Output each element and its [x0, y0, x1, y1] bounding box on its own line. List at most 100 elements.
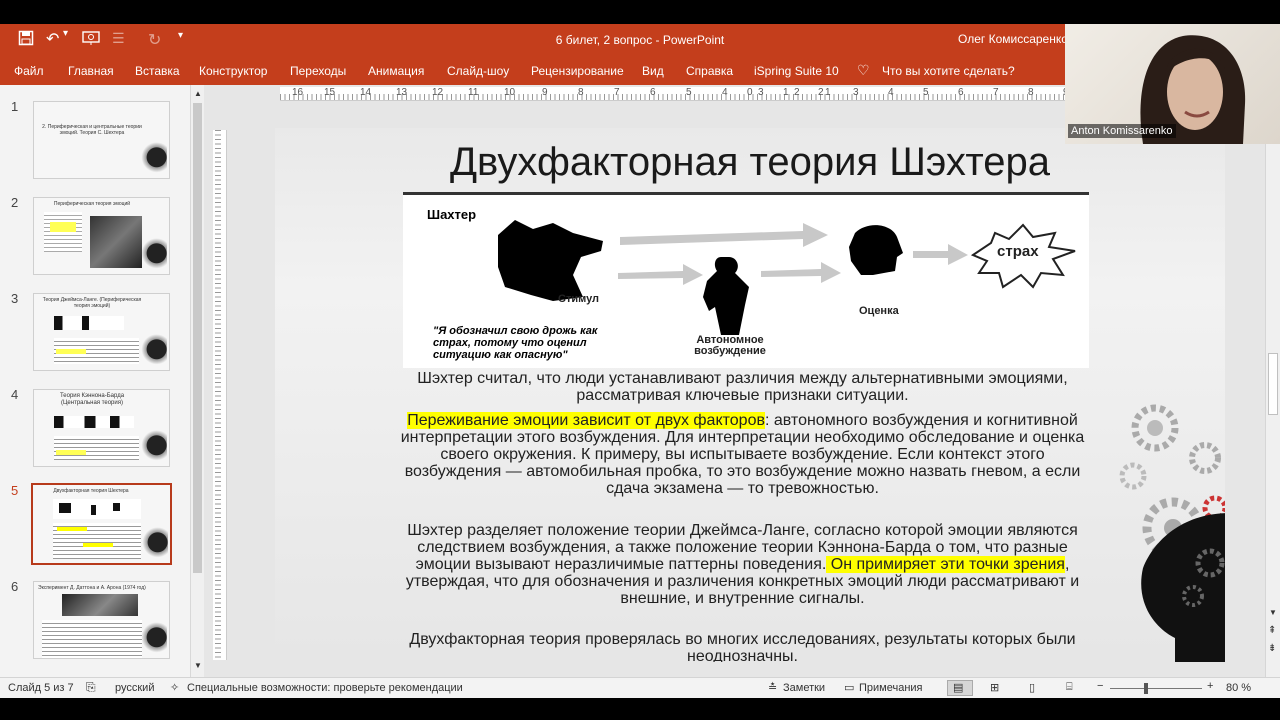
label-arousal: Автономное возбуждение — [694, 334, 766, 357]
brain-image — [141, 238, 167, 272]
accessibility-status[interactable]: Специальные возможности: проверьте реком… — [187, 682, 463, 694]
thumb-highlight — [56, 450, 86, 455]
zoom-out-button[interactable]: − — [1097, 680, 1103, 692]
slide-sorter-icon[interactable]: ⊞ — [990, 681, 999, 694]
brain-image — [141, 430, 167, 464]
schachter-diagram[interactable]: Шахтер Стимул Автономное возбуждение Оце… — [403, 192, 1089, 368]
ruler-label: 10 — [504, 87, 516, 98]
brain-image — [142, 527, 168, 561]
editor-scrollbar[interactable]: ▲ ▼ ⇞ ⇟ — [1265, 85, 1280, 677]
scroll-down-icon[interactable]: ▼ — [194, 661, 202, 670]
thumb-figure-mark — [59, 503, 71, 513]
screen: ↶ ▾ ☰ ↻ ▾ 6 билет, 2 вопрос - PowerPoint… — [0, 0, 1280, 720]
next-slide-icon[interactable]: ⇟ — [1268, 643, 1276, 654]
paragraph-1[interactable]: Шэхтер считал, что люди устанавливают ра… — [400, 370, 1085, 404]
thumb-figure — [54, 316, 124, 330]
slide-thumbnail-4[interactable]: Теория Кэннона-Барда (Центральная теория… — [33, 389, 170, 467]
tab-insert[interactable]: Вставка — [135, 64, 180, 78]
paragraph-2[interactable]: Переживание эмоции зависит от двух факто… — [400, 412, 1085, 497]
tab-view[interactable]: Вид — [642, 64, 664, 78]
tell-me-search[interactable]: Что вы хотите сделать? — [882, 64, 1015, 78]
scroll-thumb[interactable] — [193, 103, 202, 573]
slide-thumbnail-2[interactable]: Периферическая теория эмоций — [33, 197, 170, 275]
tab-review[interactable]: Рецензирование — [531, 64, 624, 78]
slide-canvas[interactable]: Двухфакторная теория Шэхтера Шахтер Стим… — [275, 128, 1225, 662]
prev-slide-icon[interactable]: ⇞ — [1268, 625, 1276, 636]
tab-help[interactable]: Справка — [686, 64, 733, 78]
label-stimulus: Стимул — [558, 293, 600, 305]
thumb-figure-mark — [91, 505, 96, 515]
gears-brain-image — [1119, 404, 1225, 662]
ruler-label: 6 — [650, 87, 656, 98]
diagram-quote: "Я обозначил свою дрожь как страх, потом… — [433, 325, 598, 361]
zoom-slider-track[interactable] — [1110, 688, 1202, 689]
ruler-ticks — [215, 130, 221, 660]
ruler-label: 15 — [324, 87, 336, 98]
zoom-level[interactable]: 80 % — [1226, 682, 1251, 694]
tab-ispring[interactable]: iSpring Suite 10 — [754, 64, 839, 78]
slide-thumbnail-6[interactable]: Эксперимент Д. Даттона и А. Арона (1974 … — [33, 581, 170, 659]
ruler-label: 13 — [396, 87, 408, 98]
thumb-figure — [54, 416, 134, 428]
normal-view-icon: ▤ — [953, 682, 964, 694]
brain-image — [141, 622, 167, 656]
slide-thumbnails-pane: 1 2. Периферическая и центральные теории… — [0, 85, 190, 677]
user-name[interactable]: Олег Комиссаренко — [958, 32, 1068, 46]
status-bar: Слайд 5 из 7 ⎘ русский ✧ Специальные воз… — [0, 677, 1280, 698]
gear-icon — [1189, 442, 1221, 474]
ruler-label: 3 — [853, 87, 859, 98]
thumbnail-scrollbar[interactable]: ▲ ▼ — [190, 85, 204, 677]
tab-design[interactable]: Конструктор — [199, 64, 267, 78]
thumb-number: 3 — [11, 291, 19, 306]
slide-thumbnail-5-selected[interactable]: Двухфакторная теория Шехтера — [31, 483, 172, 565]
language-indicator[interactable]: русский — [115, 682, 154, 694]
spellcheck-icon[interactable]: ⎘ — [86, 680, 96, 695]
vertical-ruler[interactable] — [213, 130, 227, 660]
arrow-icon — [620, 223, 828, 247]
ruler-label: 5 — [686, 87, 692, 98]
tab-transitions[interactable]: Переходы — [290, 64, 346, 78]
brain-image — [141, 334, 167, 368]
notes-icon[interactable]: ≛ — [768, 681, 777, 694]
highlight-reconciles: Он примиряет эти точки зрения — [826, 556, 1065, 573]
ruler-label: 1 — [825, 87, 831, 98]
ruler-label: 4 — [888, 87, 894, 98]
slideshow-view-icon[interactable]: ⌸ — [1066, 681, 1073, 694]
ruler-label: 7 — [614, 87, 620, 98]
slide-thumbnail-3[interactable]: Теория Джеймса-Ланге. (Периферическая те… — [33, 293, 170, 371]
letterbox-bottom — [0, 698, 1280, 720]
zoom-slider-thumb[interactable] — [1143, 683, 1148, 694]
notes-button[interactable]: Заметки — [783, 682, 825, 694]
paragraph-4[interactable]: Двухфакторная теория проверялась во мног… — [400, 631, 1085, 662]
ruler-label: 3 — [758, 87, 764, 98]
highlight-two-factors: Переживание эмоции зависит от двух факто… — [407, 412, 765, 429]
paragraph-3[interactable]: Шэхтер разделяет положение теории Джеймс… — [400, 522, 1085, 607]
lightbulb-icon: ♡ — [857, 62, 870, 78]
slide-title[interactable]: Двухфакторная теория Шэхтера — [275, 140, 1225, 185]
scroll-down-icon[interactable]: ▼ — [1269, 608, 1277, 617]
label-appraisal: Оценка — [859, 305, 899, 317]
tab-animations[interactable]: Анимация — [368, 64, 424, 78]
scroll-thumb[interactable] — [1268, 353, 1278, 415]
thumb-text: Периферическая теория эмоций — [53, 201, 131, 207]
ruler-label: 5 — [923, 87, 929, 98]
brain-image — [141, 142, 167, 176]
tab-file[interactable]: Файл — [14, 64, 44, 78]
arrow-icon — [761, 262, 841, 283]
slide-counter[interactable]: Слайд 5 из 7 — [8, 682, 74, 694]
thumb-text: Теория Джеймса-Ланге. (Периферическая те… — [42, 297, 142, 309]
scroll-up-icon[interactable]: ▲ — [194, 89, 202, 98]
tab-slideshow[interactable]: Слайд-шоу — [447, 64, 509, 78]
tab-home[interactable]: Главная — [68, 64, 114, 78]
comments-icon[interactable]: ▭ — [844, 681, 854, 694]
comments-button[interactable]: Примечания — [859, 682, 923, 694]
zoom-in-button[interactable]: + — [1207, 680, 1213, 692]
accessibility-icon[interactable]: ✧ — [170, 681, 179, 694]
thumb-text: Теория Кэннона-Барда (Центральная теория… — [59, 393, 125, 406]
thumb-number: 4 — [11, 387, 19, 402]
thumb-body-text — [44, 212, 82, 252]
slide-thumbnail-1[interactable]: 2. Периферическая и центральные теории э… — [33, 101, 170, 179]
reading-view-icon[interactable]: ▯ — [1029, 681, 1035, 694]
label-fear: страх — [997, 243, 1039, 260]
ruler-label: 7 — [993, 87, 999, 98]
